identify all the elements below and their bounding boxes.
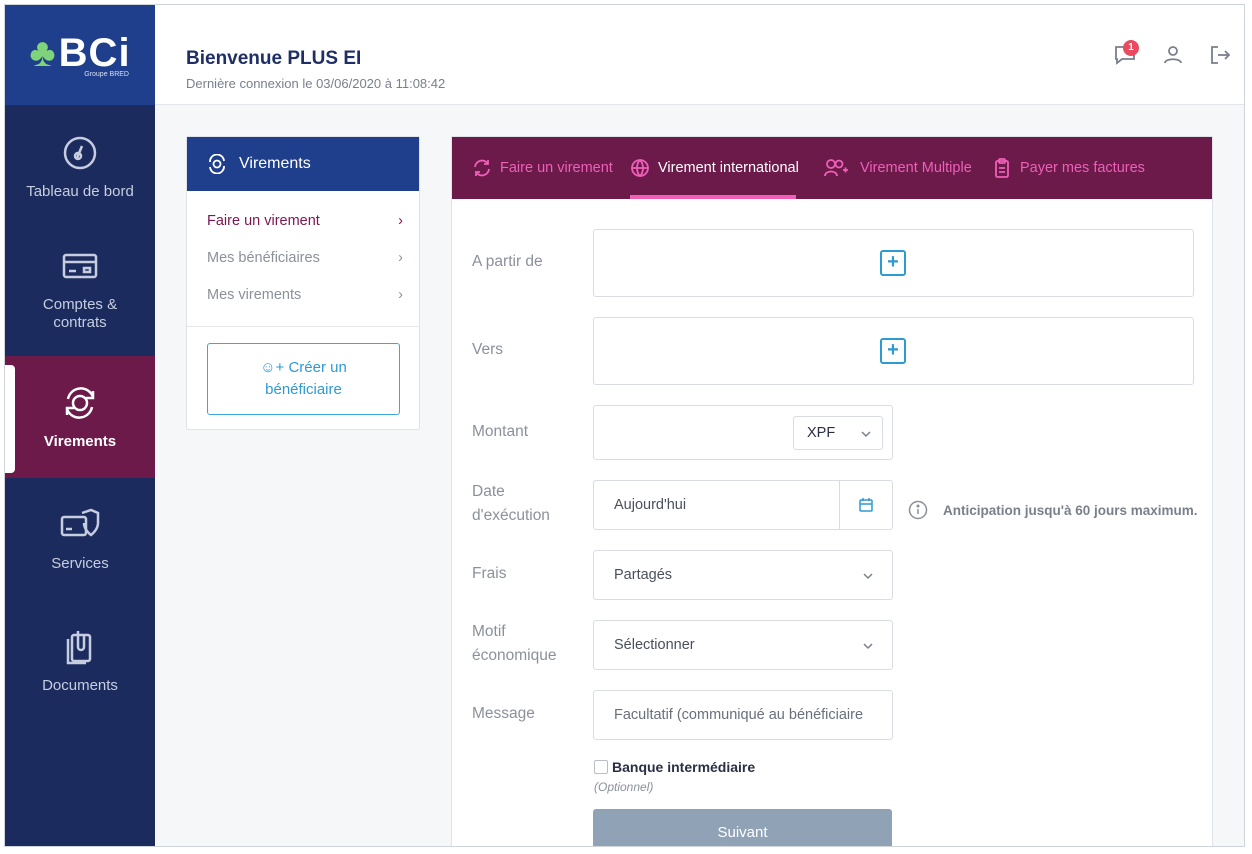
- to-label: Vers: [472, 341, 504, 358]
- menu-header: Virements: [187, 137, 419, 191]
- active-tab-indicator: [630, 195, 796, 199]
- logo-text: ♣BCi: [29, 30, 131, 75]
- tab-virement-multiple[interactable]: Virement Multiple: [820, 137, 972, 199]
- menu-link-beneficiaires[interactable]: Mes bénéficiaires ›: [207, 250, 403, 266]
- sidebar-item-label: Tableau de bord: [26, 183, 134, 200]
- logo[interactable]: ♣BCi Groupe BRED: [5, 5, 155, 105]
- label-line: Date: [472, 483, 505, 500]
- page-title: Bienvenue PLUS EI: [186, 48, 362, 69]
- dashboard-gauge-icon: [63, 136, 97, 170]
- menu-link-label: Mes bénéficiaires: [207, 250, 320, 266]
- chevron-right-icon: ›: [398, 213, 403, 229]
- message-placeholder: Facultatif (communiqué au bénéficiaire: [614, 707, 864, 723]
- refresh-icon: [474, 159, 490, 177]
- sidebar-item-dashboard[interactable]: Tableau de bord: [5, 106, 155, 228]
- user-icon[interactable]: [1161, 43, 1185, 67]
- info-icon: [908, 500, 928, 520]
- active-indicator: [5, 365, 15, 473]
- tab-label: Virement international: [658, 160, 799, 176]
- menu-link-faire-virement[interactable]: Faire un virement ›: [207, 213, 403, 229]
- virements-menu: Virements Faire un virement › Mes bénéfic…: [186, 136, 420, 430]
- motive-value: Sélectionner: [614, 637, 695, 653]
- plus-icon: +: [880, 338, 906, 364]
- documents-icon: [66, 631, 92, 665]
- transfer-cycle-icon: [65, 387, 95, 419]
- add-user-icon: ☺+: [260, 359, 285, 376]
- transfer-tabs: Faire un virement Virement international…: [452, 137, 1212, 199]
- transfer-form-panel: Faire un virement Virement international…: [451, 136, 1213, 846]
- tab-label: Virement Multiple: [860, 160, 972, 176]
- globe-icon: [631, 159, 649, 178]
- divider: [839, 481, 840, 529]
- notification-badge: 1: [1123, 40, 1139, 56]
- chevron-right-icon: ›: [398, 287, 403, 303]
- label-line: d'exécution: [472, 507, 550, 524]
- motive-label: Motif économique: [472, 620, 556, 668]
- date-value: Aujourd'hui: [614, 497, 687, 513]
- plus-icon: +: [880, 250, 906, 276]
- sidebar-item-virements[interactable]: Virements: [5, 356, 155, 478]
- transfer-cycle-icon: [209, 154, 225, 174]
- currency-value: XPF: [807, 425, 836, 441]
- amount-label: Montant: [472, 423, 529, 440]
- sidebar-item-label: Comptes & contrats: [42, 296, 118, 331]
- fees-select[interactable]: Partagés: [593, 550, 893, 600]
- menu-link-label: Faire un virement: [207, 213, 320, 229]
- logo-subtitle: Groupe BRED: [84, 70, 129, 78]
- tab-payer-factures[interactable]: Payer mes factures: [992, 137, 1145, 199]
- sidebar-item-label: Services: [51, 555, 109, 572]
- shield-card-icon: [60, 508, 100, 537]
- message-label: Message: [472, 705, 535, 722]
- from-account-selector[interactable]: +: [593, 229, 1194, 297]
- card-icon: [62, 253, 98, 279]
- message-input[interactable]: Facultatif (communiqué au bénéficiaire: [593, 690, 893, 740]
- logout-icon[interactable]: [1208, 43, 1232, 67]
- fees-label: Frais: [472, 565, 507, 582]
- label-line: économique: [472, 647, 557, 664]
- sidebar-item-accounts[interactable]: Comptes & contrats: [5, 228, 155, 350]
- intermediary-bank-label[interactable]: Banque intermédiaire: [612, 759, 755, 775]
- next-button[interactable]: Suivant: [593, 809, 892, 846]
- currency-select[interactable]: XPF: [793, 416, 883, 450]
- chevron-down-icon: [863, 573, 873, 580]
- menu-title: Virements: [239, 155, 311, 172]
- create-beneficiary-button[interactable]: ☺+ Créer un bénéficiaire: [207, 343, 400, 415]
- last-login-text: Dernière connexion le 03/06/2020 à 11:08…: [186, 76, 446, 91]
- label-line: Motif: [472, 623, 506, 640]
- app-window: ♣BCi Groupe BRED Tableau de bord Comptes…: [4, 4, 1245, 847]
- motive-select[interactable]: Sélectionner: [593, 620, 893, 670]
- date-field[interactable]: Aujourd'hui: [593, 480, 893, 530]
- tab-label: Payer mes factures: [1020, 160, 1145, 176]
- date-note: Anticipation jusqu'à 60 jours maximum.: [943, 503, 1198, 518]
- tab-faire-virement[interactable]: Faire un virement: [472, 137, 613, 199]
- divider: [187, 326, 419, 327]
- calendar-icon[interactable]: [858, 497, 874, 513]
- sidebar-item-documents[interactable]: Documents: [5, 600, 155, 722]
- chevron-down-icon: [863, 643, 873, 650]
- top-header: Bienvenue PLUS EI Dernière connexion le …: [155, 5, 1244, 105]
- sidebar-item-label: Documents: [42, 677, 118, 694]
- menu-link-label: Mes virements: [207, 287, 302, 303]
- intermediary-bank-checkbox[interactable]: [594, 760, 608, 774]
- to-account-selector[interactable]: +: [593, 317, 1194, 385]
- clipboard-icon: [995, 158, 1009, 178]
- amount-input[interactable]: XPF: [593, 405, 893, 460]
- sidebar: ♣BCi Groupe BRED Tableau de bord Comptes…: [5, 5, 155, 846]
- date-label: Date d'exécution: [472, 480, 550, 528]
- menu-link-mes-virements[interactable]: Mes virements ›: [207, 287, 403, 303]
- tab-label: Faire un virement: [500, 160, 613, 176]
- chevron-down-icon: [861, 431, 871, 438]
- sidebar-item-label: Virements: [43, 433, 117, 450]
- button-label: Créer un: [288, 359, 347, 376]
- button-label: bénéficiaire: [265, 381, 342, 398]
- fees-value: Partagés: [614, 567, 673, 583]
- from-label: A partir de: [472, 253, 543, 270]
- tree-icon: ♣: [29, 30, 57, 75]
- sidebar-item-services[interactable]: Services: [5, 478, 155, 600]
- optional-note: (Optionnel): [594, 780, 654, 794]
- chevron-right-icon: ›: [398, 250, 403, 266]
- users-plus-icon: [824, 159, 848, 177]
- tab-virement-international[interactable]: Virement international: [630, 137, 799, 199]
